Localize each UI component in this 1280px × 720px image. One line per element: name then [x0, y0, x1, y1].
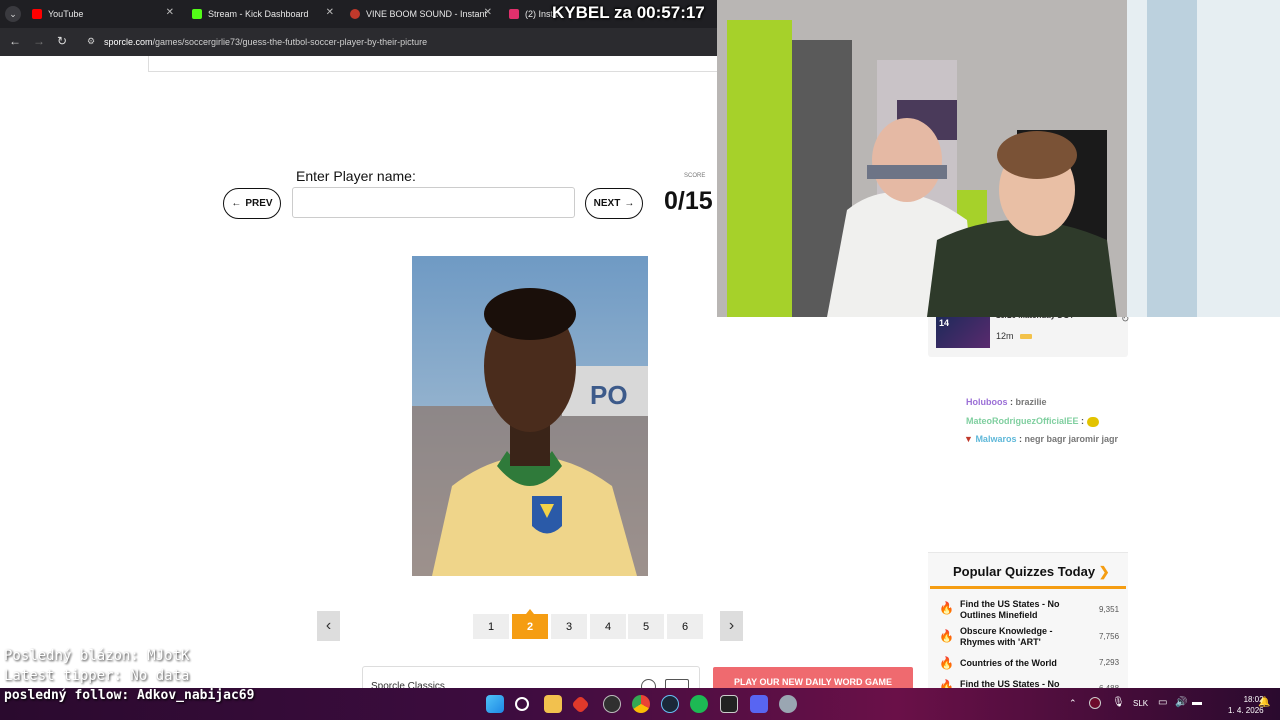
file-explorer-icon[interactable]	[544, 695, 562, 713]
popular-quiz-count: 9,351	[1099, 605, 1120, 614]
obs-icon[interactable]	[603, 695, 621, 713]
url-field[interactable]: sporcle.com/games/soccergirlie73/guess-t…	[104, 37, 427, 47]
video-thumb-label: 14	[939, 318, 950, 328]
chat-user: Malwaros	[975, 434, 1017, 444]
popular-quiz-link[interactable]: Countries of the World	[960, 658, 1070, 669]
chrome-icon[interactable]	[632, 695, 650, 713]
chat-line: Holuboos : brazilie	[966, 397, 1047, 407]
network-icon[interactable]: ▭	[1158, 697, 1167, 708]
chat-user: MateoRodriguezOfficialEE	[966, 416, 1079, 426]
close-icon[interactable]: ✕	[166, 7, 174, 18]
forward-icon[interactable]: →	[33, 34, 45, 48]
flame-icon: 🔥	[939, 656, 954, 670]
settings-icon[interactable]	[779, 695, 797, 713]
video-badge	[1020, 334, 1032, 339]
volume-icon[interactable]: 🔊	[1175, 697, 1187, 708]
video-duration: 12m	[996, 331, 1014, 341]
tab-label: VINE BOOM SOUND - Instant	[366, 9, 488, 19]
tab-label: Stream - Kick Dashboard	[208, 9, 309, 19]
close-icon[interactable]: ✕	[326, 7, 334, 18]
enter-player-label: Enter Player name:	[296, 168, 416, 184]
microphone-icon[interactable]: 🎙	[1112, 697, 1125, 708]
tab-label: YouTube	[48, 9, 84, 19]
language-indicator[interactable]: SLK	[1133, 699, 1148, 708]
epic-games-icon[interactable]	[720, 695, 738, 713]
vine-boom-icon	[350, 9, 360, 19]
stream-timer: KYBEL za 00:57:17	[552, 3, 705, 22]
chat-line: ▼ Malwaros : negr bagr jaromir jagr	[964, 434, 1118, 444]
active-page-marker	[526, 609, 534, 614]
tab-kick[interactable]: Stream - Kick Dashboard ✕	[186, 4, 338, 24]
discord-icon[interactable]	[750, 695, 768, 713]
chat-message: negr bagr jaromir jagr	[1024, 434, 1118, 444]
next-button[interactable]: NEXT →	[585, 188, 643, 219]
score-label: SCORE	[684, 173, 706, 179]
pagination-prev-button[interactable]: ‹	[317, 611, 340, 641]
pagination-next-button[interactable]: ›	[720, 611, 743, 641]
prev-button[interactable]: ← PREV	[223, 188, 281, 219]
prev-label: PREV	[245, 198, 273, 209]
tab-youtube[interactable]: YouTube ✕	[26, 4, 178, 24]
close-icon[interactable]: ✕	[484, 7, 492, 18]
next-label: NEXT	[593, 198, 621, 209]
arrow-left-icon: ←	[231, 198, 242, 209]
popular-divider	[930, 586, 1126, 589]
battery-icon[interactable]: ▬	[1192, 697, 1202, 708]
webcam-overlay	[717, 0, 1280, 317]
back-icon[interactable]: ←	[9, 34, 21, 48]
page-button[interactable]: 6	[667, 614, 703, 639]
page-button[interactable]: 4	[590, 614, 626, 639]
emote-icon	[1086, 416, 1099, 427]
badge-icon: ▼	[964, 434, 973, 444]
popular-quiz-count: 7,756	[1099, 632, 1120, 641]
chat-separator: :	[1078, 416, 1087, 426]
popular-quiz-link[interactable]: Find the US States - No Outlines Minefie…	[960, 599, 1070, 621]
player-name-input[interactable]	[292, 187, 575, 218]
chat-user: Holuboos	[966, 397, 1008, 407]
page-button-active[interactable]: 2	[512, 614, 548, 639]
tab-vine-boom[interactable]: VINE BOOM SOUND - Instant ✕	[344, 4, 496, 24]
kick-icon	[192, 9, 202, 19]
site-info-icon[interactable]: ⚙	[87, 36, 95, 47]
popular-quiz-count: 7,293	[1099, 658, 1120, 667]
player-photo: PO	[412, 256, 648, 576]
steam-icon[interactable]	[661, 695, 679, 713]
last-follow-overlay: posledný follow: Adkov_nabijac69	[4, 688, 255, 703]
latest-tipper-overlay: Latest tipper: No data	[4, 668, 190, 684]
instagram-icon	[509, 9, 519, 19]
last-fool-overlay: Posledný blázon: MJotK	[4, 648, 190, 664]
flame-icon: 🔥	[939, 601, 954, 615]
start-icon[interactable]	[486, 695, 504, 713]
flame-icon: 🔥	[939, 629, 954, 643]
youtube-icon	[32, 9, 42, 19]
tab-list-button[interactable]: ⌄	[5, 6, 21, 22]
page-button[interactable]: 1	[473, 614, 509, 639]
tray-app-icon[interactable]	[1089, 697, 1101, 709]
notifications-icon[interactable]: 🔔	[1258, 697, 1270, 708]
chat-separator: :	[1007, 397, 1016, 407]
chevron-right-icon: ❯	[1098, 564, 1110, 579]
url-host: sporcle.com	[104, 37, 153, 47]
score-value: 0/15	[664, 187, 713, 215]
reload-icon[interactable]: ↻	[57, 34, 67, 48]
chat-message: brazilie	[1015, 397, 1047, 407]
search-icon[interactable]	[515, 697, 529, 711]
svg-text:PO: PO	[590, 380, 628, 410]
spotify-icon[interactable]	[690, 695, 708, 713]
top-panel	[148, 56, 718, 72]
popular-quizzes-title[interactable]: Popular Quizzes Today ❯	[953, 564, 1110, 580]
video-thumbnail[interactable]: 14	[936, 314, 990, 348]
chevron-up-icon[interactable]: ⌃	[1069, 698, 1077, 709]
popular-title-text: Popular Quizzes Today	[953, 564, 1096, 579]
chat-line: MateoRodriguezOfficialEE :	[966, 416, 1099, 427]
arrow-right-icon: →	[624, 198, 635, 209]
page-button[interactable]: 5	[628, 614, 664, 639]
popular-quiz-link[interactable]: Obscure Knowledge - Rhymes with 'ART'	[960, 626, 1070, 648]
page-button[interactable]: 3	[551, 614, 587, 639]
url-path: /games/soccergirlie73/guess-the-futbol-s…	[152, 37, 428, 47]
